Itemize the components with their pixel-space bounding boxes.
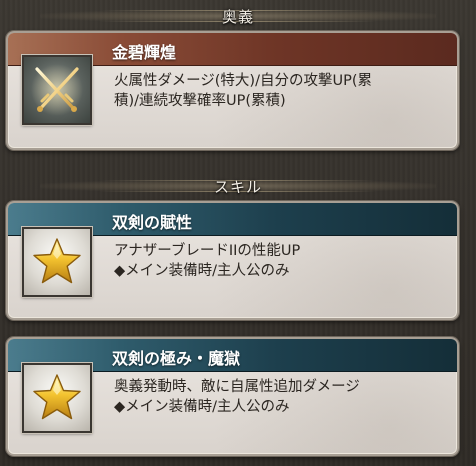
section-title-ougi: 奥義 [221,7,254,26]
ougi-description: 火属性ダメージ(特大)/自分の攻撃UP(累 積)/連続攻撃確率UP(累積) [114,71,449,111]
skill-2-name: 双剣の極み・魔獄 [112,349,241,368]
ougi-description-line-2: 積)/連続攻撃確率UP(累積) [114,93,286,109]
skill-2-description: 奥義発動時、敵に自属性追加ダメージ ◆メイン装備時/主人公のみ [114,377,449,417]
skill-2-description-line-2: ◆メイン装備時/主人公のみ [114,399,290,415]
ougi-description-line-1: 火属性ダメージ(特大)/自分の攻撃UP(累 [114,73,372,89]
section-header-skill: スキル [0,173,476,199]
skill-2-description-line-1: 奥義発動時、敵に自属性追加ダメージ [114,379,360,395]
star-icon [22,227,92,297]
crossed-swords-icon [22,55,92,125]
skill-1-description: アナザーブレードIIの性能UP ◆メイン装備時/主人公のみ [114,241,449,281]
skill-card-1[interactable]: 双剣の賦性 アナザーブレードIIの性能UP ◆メイン装備時/主人公のみ [6,201,459,320]
skill-1-description-line-2: ◆メイン装備時/主人公のみ [114,263,290,279]
skill-1-description-line-1: アナザーブレードIIの性能UP [114,243,301,259]
section-title-skill: スキル [213,177,262,196]
ougi-card[interactable]: 金碧輝煌 火属性ダメージ(特大)/自分の攻撃UP(累 積)/連続攻撃確率UP(累… [6,31,459,150]
skill-card-2[interactable]: 双剣の極み・魔獄 奥義発動時、敵に自属性追加ダメージ ◆メイン装備時/主人公のみ [6,337,459,456]
ougi-name: 金碧輝煌 [112,43,177,62]
section-header-ougi: 奥義 [0,3,476,29]
star-icon [22,363,92,433]
skill-1-name: 双剣の賦性 [112,213,193,232]
